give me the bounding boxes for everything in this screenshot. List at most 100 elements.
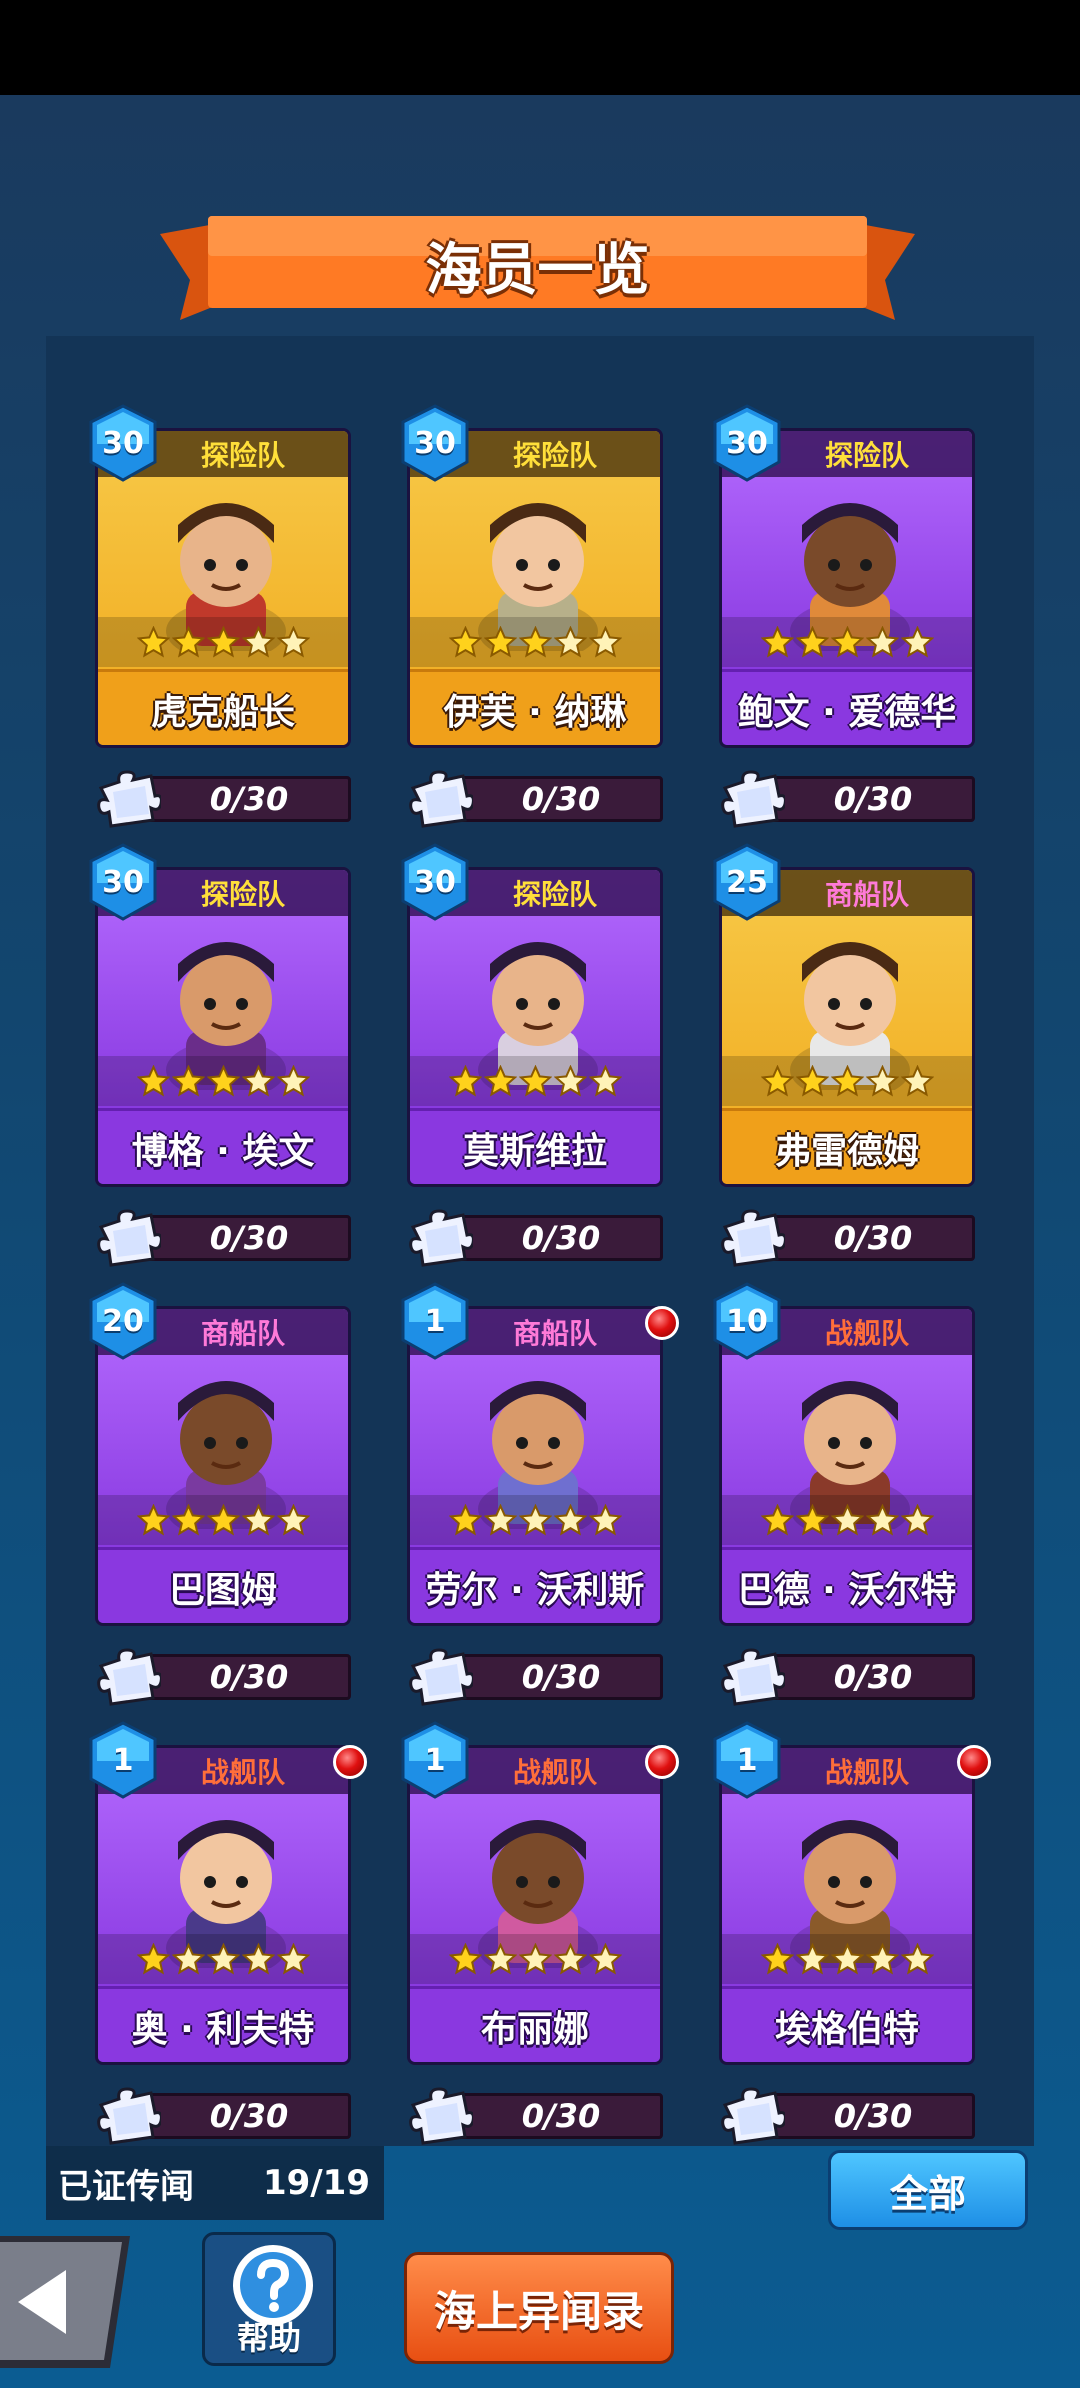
team-label: 探险队: [512, 878, 597, 911]
star-filled-icon: [795, 625, 829, 657]
crew-card[interactable]: 探险队 虎克船长 30 0/30: [89, 368, 351, 828]
crew-name: 鲍文 · 爱德华: [722, 669, 972, 745]
page-title: 海员一览: [425, 237, 650, 303]
star-filled-icon: [518, 625, 552, 657]
crew-card-partial[interactable]: [407, 2124, 663, 2146]
help-label: 帮助: [236, 2319, 301, 2357]
star-rating: [410, 1934, 660, 1984]
crew-card[interactable]: 探险队 伊芙 · 纳琳 30 0/30: [401, 368, 663, 828]
star-empty-icon: [900, 1503, 934, 1535]
level-badge: 30: [87, 843, 159, 921]
level-number: 10: [726, 1303, 768, 1339]
level-number: 25: [726, 864, 768, 900]
level-badge: 1: [87, 1721, 159, 1799]
new-notification-dot: [957, 1745, 991, 1779]
star-empty-icon: [518, 1942, 552, 1974]
verified-rumors-label: 已证传闻: [58, 2166, 194, 2207]
level-badge: 30: [87, 404, 159, 482]
star-filled-icon: [171, 1064, 205, 1096]
star-filled-icon: [448, 625, 482, 657]
level-badge: 30: [399, 843, 471, 921]
star-rating: [410, 1056, 660, 1106]
crew-name: 伊芙 · 纳琳: [410, 669, 660, 745]
crew-name: 埃格伯特: [722, 1986, 972, 2062]
star-filled-icon: [448, 1064, 482, 1096]
star-empty-icon: [795, 1942, 829, 1974]
star-empty-icon: [171, 1942, 205, 1974]
crew-name: 奥 · 利夫特: [98, 1986, 348, 2062]
team-label: 探险队: [512, 439, 597, 472]
back-arrow-icon: [0, 2236, 130, 2368]
crew-card[interactable]: 商船队 巴图姆 20 0/30: [89, 1246, 351, 1706]
crew-name: 劳尔 · 沃利斯: [410, 1547, 660, 1623]
star-empty-icon: [900, 625, 934, 657]
level-number: 30: [726, 425, 768, 461]
crew-card[interactable]: 探险队 鲍文 · 爱德华 30 0/30: [713, 368, 975, 828]
filter-all-button[interactable]: 全部: [828, 2150, 1028, 2230]
crew-panel[interactable]: 探险队 虎克船长 30 0/30 探险队 伊芙 · 纳琳 30 0/30 探险队…: [46, 336, 1034, 2146]
crew-name: 巴德 · 沃尔特: [722, 1547, 972, 1623]
star-filled-icon: [448, 1942, 482, 1974]
team-label: 探险队: [200, 878, 285, 911]
crew-card[interactable]: 探险队 博格 · 埃文 30 0/30: [89, 807, 351, 1267]
star-rating: [722, 1934, 972, 1984]
team-label: 探险队: [200, 439, 285, 472]
star-filled-icon: [483, 1064, 517, 1096]
level-badge: 10: [711, 1282, 783, 1360]
new-notification-dot: [645, 1306, 679, 1340]
team-label: 战舰队: [824, 1317, 909, 1350]
star-filled-icon: [206, 1503, 240, 1535]
star-empty-icon: [276, 1064, 310, 1096]
level-number: 30: [414, 864, 456, 900]
star-empty-icon: [241, 625, 275, 657]
star-empty-icon: [553, 625, 587, 657]
sea-lore-button[interactable]: 海上异闻录: [404, 2252, 674, 2364]
back-button[interactable]: [0, 2228, 140, 2376]
team-label: 战舰队: [512, 1756, 597, 1789]
level-number: 30: [414, 425, 456, 461]
star-empty-icon: [588, 1503, 622, 1535]
level-number: 1: [736, 1742, 758, 1778]
crew-card-partial[interactable]: [719, 2124, 975, 2146]
star-rating: [98, 1056, 348, 1106]
star-filled-icon: [206, 625, 240, 657]
title-banner: 海员一览: [160, 210, 915, 320]
team-label: 战舰队: [200, 1756, 285, 1789]
crew-card[interactable]: 战舰队 奥 · 利夫特 1 0/30: [89, 1685, 367, 2145]
star-empty-icon: [865, 625, 899, 657]
star-empty-icon: [553, 1064, 587, 1096]
star-empty-icon: [206, 1942, 240, 1974]
star-rating: [98, 1495, 348, 1545]
star-empty-icon: [276, 1503, 310, 1535]
crew-card[interactable]: 战舰队 巴德 · 沃尔特 10 0/30: [713, 1246, 975, 1706]
star-rating: [98, 1934, 348, 1984]
star-filled-icon: [136, 625, 170, 657]
star-empty-icon: [865, 1942, 899, 1974]
star-filled-icon: [483, 625, 517, 657]
crew-name: 布丽娜: [410, 1986, 660, 2062]
star-filled-icon: [171, 1503, 205, 1535]
new-notification-dot: [645, 1745, 679, 1779]
crew-card[interactable]: 探险队 莫斯维拉 30 0/30: [401, 807, 663, 1267]
star-filled-icon: [206, 1064, 240, 1096]
crew-name: 虎克船长: [98, 669, 348, 745]
crew-card-partial[interactable]: [95, 2124, 351, 2146]
help-button[interactable]: 帮助: [202, 2232, 336, 2366]
new-notification-dot: [333, 1745, 367, 1779]
level-badge: 1: [711, 1721, 783, 1799]
star-filled-icon: [448, 1503, 482, 1535]
level-number: 20: [102, 1303, 144, 1339]
star-empty-icon: [865, 1064, 899, 1096]
crew-name: 莫斯维拉: [410, 1108, 660, 1184]
crew-card[interactable]: 商船队 劳尔 · 沃利斯 1 0/30: [401, 1246, 679, 1706]
crew-card[interactable]: 商船队 弗雷德姆 25 0/30: [713, 807, 975, 1267]
star-empty-icon: [865, 1503, 899, 1535]
crew-card[interactable]: 战舰队 埃格伯特 1 0/30: [713, 1685, 991, 2145]
star-filled-icon: [795, 1064, 829, 1096]
star-filled-icon: [136, 1503, 170, 1535]
level-badge: 30: [399, 404, 471, 482]
star-empty-icon: [553, 1942, 587, 1974]
crew-card[interactable]: 战舰队 布丽娜 1 0/30: [401, 1685, 679, 2145]
team-label: 商船队: [512, 1317, 597, 1350]
star-empty-icon: [276, 1942, 310, 1974]
